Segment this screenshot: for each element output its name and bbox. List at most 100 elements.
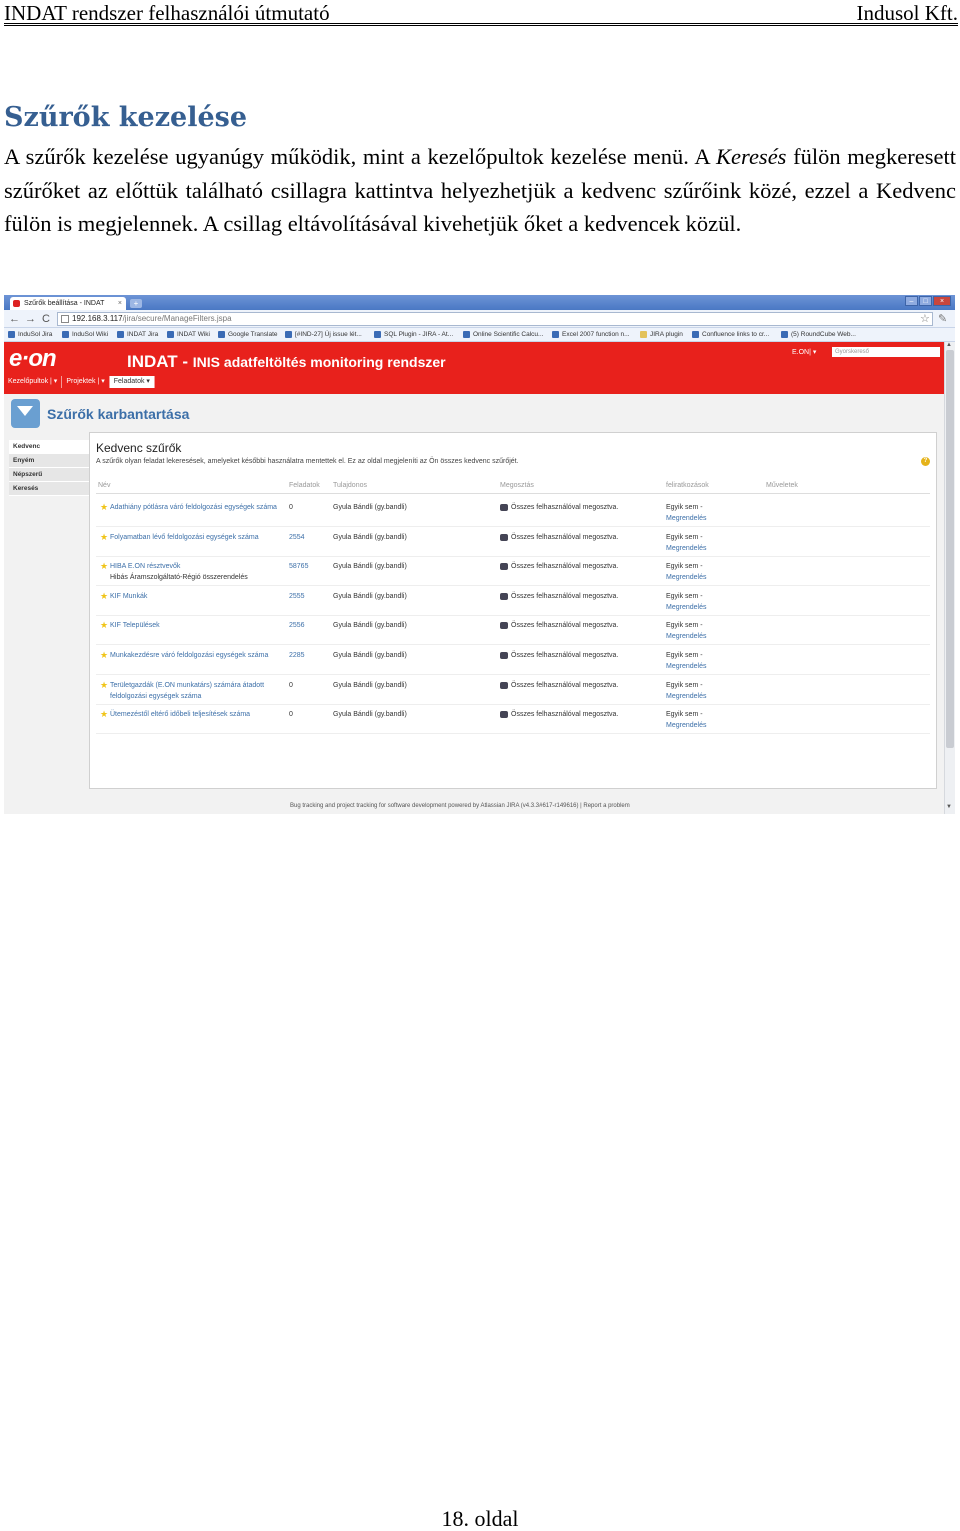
col-header-name[interactable]: Név [98,482,110,489]
subscription-cell: Egyik sem - Megrendelés [666,709,706,731]
filter-name-link[interactable]: KIF Munkák [110,593,147,600]
bookmark-item[interactable]: INDAT Jira [117,330,158,339]
forward-arrow-icon[interactable]: → [25,313,36,325]
subscribe-link[interactable]: Megrendelés [666,631,706,642]
subscribe-link[interactable]: Megrendelés [666,661,706,672]
favourite-star-icon[interactable]: ★ [100,591,108,601]
group-icon [500,681,508,689]
filter-name-link[interactable]: Folyamatban lévő feldolgozási egységek s… [110,534,259,541]
bookmark-item[interactable]: (5) RoundCube Web... [781,330,856,339]
favourite-star-icon[interactable]: ★ [100,650,108,660]
share-text: Összes felhasználóval megosztva. [511,504,619,511]
brand-sep: - [177,352,193,371]
subscribe-link[interactable]: Megrendelés [666,602,706,613]
issue-count[interactable]: 58765 [289,561,308,572]
bookmark-item[interactable]: Excel 2007 function n... [552,330,630,339]
scroll-down-icon[interactable]: ▼ [946,804,952,810]
subscribe-link[interactable]: Megrendelés [666,572,706,583]
quick-search-input[interactable]: Gyorskereső [832,347,940,357]
tab-popular[interactable]: Népszerű [9,468,89,482]
favourite-star-icon[interactable]: ★ [100,709,108,719]
bookmark-star-icon[interactable]: ☆ [920,312,930,325]
bookmark-item[interactable]: Online Scientific Calcu... [463,330,543,339]
bookmark-folder[interactable]: JIRA plugin [640,330,683,339]
favourite-star-icon[interactable]: ★ [100,680,108,690]
minimize-button[interactable]: – [905,296,918,306]
back-arrow-icon[interactable]: ← [9,313,20,325]
new-tab-button[interactable]: + [130,299,142,308]
filter-funnel-icon [11,399,40,428]
col-header-operations: Műveletek [766,482,798,489]
filter-name-link[interactable]: Munkakezdésre váró feldolgozási egységek… [110,652,268,659]
scroll-thumb[interactable] [946,350,954,748]
app-brand: INDAT - INIS adatfeltöltés monitoring re… [127,352,446,372]
bookmark-item[interactable]: INDAT Wiki [167,330,210,339]
filter-name-link[interactable]: HIBA E.ON résztvevők [110,563,180,570]
group-icon [500,533,508,541]
filter-name-cell: ★ Ütemezéstől eltérő időbeli teljesítések… [100,709,286,720]
filter-name-link[interactable]: Adathiány pótlásra váró feldolgozási egy… [110,504,277,511]
eon-logo[interactable]: e·on [9,346,57,372]
filter-side-tabs: Kedvenc Enyém Népszerű Keresés [9,440,89,496]
window-close-button[interactable]: × [933,296,951,306]
share-text: Összes felhasználóval megosztva. [511,681,619,689]
issue-count[interactable]: 2285 [289,650,305,661]
tab-mine[interactable]: Enyém [9,454,89,468]
tab-search[interactable]: Keresés [9,482,89,496]
subscription-cell: Egyik sem - Megrendelés [666,650,706,672]
subscription-cell: Egyik sem - Megrendelés [666,561,706,583]
menu-dashboards[interactable]: Kezelőpultok | ▾ [4,376,63,388]
issue-count[interactable]: 2556 [289,620,305,631]
bookmark-item[interactable]: [#IND-27] Új issue lét... [285,330,362,339]
subscription-cell: Egyik sem - Megrendelés [666,680,706,702]
scroll-up-icon[interactable]: ▲ [946,342,952,348]
tab-close-icon[interactable]: × [118,297,122,310]
issue-count[interactable]: 2555 [289,591,305,602]
help-icon[interactable]: ? [921,457,930,466]
menu-projects[interactable]: Projektek | ▾ [62,376,110,388]
filter-name-link[interactable]: Területgazdák (E.ON munkatárs) számára á… [110,682,264,700]
user-menu[interactable]: E.ON| ▾ [792,348,816,356]
bookmark-item[interactable]: InduSol Wiki [62,330,108,339]
favourite-star-icon[interactable]: ★ [100,502,108,512]
bookmark-item[interactable]: Google Translate [218,330,278,339]
favourite-star-icon[interactable]: ★ [100,532,108,542]
table-row: ★ KIF Települések 2556 Gyula Bándli (gy.ban… [96,615,930,646]
bookmark-item[interactable]: InduSol Jira [8,330,52,339]
filter-name-link[interactable]: KIF Települések [110,622,160,629]
bookmark-item[interactable]: SQL Plugin - JIRA - At... [374,330,453,339]
brand-main: INDAT [127,352,178,371]
subscription-text: Egyik sem - [666,622,703,630]
reload-icon[interactable]: C [42,313,50,325]
favourite-star-icon[interactable]: ★ [100,620,108,630]
share-cell: Összes felhasználóval megosztva. [500,709,618,720]
subscribe-link[interactable]: Megrendelés [666,543,706,554]
filter-owner: Gyula Bándli (gy.bandli) [333,681,407,689]
table-row: ★ HIBA E.ON résztvevők Hibás Áramszolgálta… [96,556,930,587]
col-header-owner[interactable]: Tulajdonos [333,482,367,489]
page-scrollbar[interactable]: ▲ ▼ [944,342,955,814]
filter-name-cell: ★ KIF Munkák [100,591,286,602]
maximize-button[interactable]: □ [919,296,932,306]
group-icon [500,652,508,659]
tab-title: Szűrők beállítása - INDAT [24,300,105,307]
section-title: Szűrők kezelése [4,102,248,133]
subscribe-link[interactable]: Megrendelés [666,691,706,702]
group-icon [500,592,508,600]
subscription-cell: Egyik sem - Megrendelés [666,532,706,554]
bookmark-item[interactable]: Confluence links to cr... [692,330,769,339]
subscribe-link[interactable]: Megrendelés [666,720,706,731]
table-row: ★ Folyamatban lévő feldolgozási egységek … [96,527,930,557]
tab-favourite[interactable]: Kedvenc [9,440,89,454]
filter-name-cell: ★ KIF Települések [100,620,286,631]
share-cell: Összes felhasználóval megosztva. [500,620,618,631]
wrench-icon[interactable]: ✎ [938,312,947,325]
subscribe-link[interactable]: Megrendelés [666,513,706,524]
menu-issues[interactable]: Feladatok ▾ [109,376,155,388]
filter-name-link[interactable]: Ütemezéstől eltérő időbeli teljesítések … [110,711,250,718]
address-bar[interactable]: 192.168.3.117/jira/secure/ManageFilters.… [57,312,933,326]
favourite-star-icon[interactable]: ★ [100,561,108,571]
issue-count[interactable]: 2554 [289,532,305,543]
browser-tab[interactable]: Szűrők beállítása - INDAT × [10,297,126,310]
filter-name-cell: ★ Folyamatban lévő feldolgozási egységek … [100,532,286,543]
